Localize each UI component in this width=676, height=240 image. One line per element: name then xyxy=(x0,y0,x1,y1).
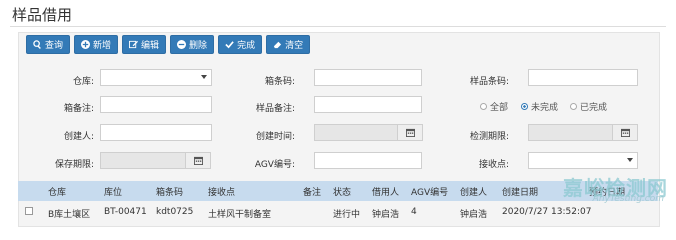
column-header-creator[interactable]: 创建人 xyxy=(460,185,487,198)
eraser-icon xyxy=(273,41,282,49)
calendar-icon xyxy=(405,128,415,137)
status-radio-all[interactable]: 全部 xyxy=(480,100,508,113)
creator-label: 创建人: xyxy=(63,132,94,142)
clear-label: 清空 xyxy=(285,41,304,51)
query-label: 查询 xyxy=(45,41,64,51)
test-period-input[interactable] xyxy=(528,124,614,141)
column-header-agv-number[interactable]: AGV编号 xyxy=(411,185,448,198)
status-incomplete-label: 未完成 xyxy=(531,103,559,113)
box-note-input[interactable] xyxy=(100,96,212,113)
agv-number-input[interactable] xyxy=(314,152,422,169)
receive-point-label: 接收点: xyxy=(478,160,509,170)
edit-button[interactable]: 编辑 xyxy=(122,35,167,54)
minus-circle-icon xyxy=(177,40,187,49)
agv-number-label: AGV编号: xyxy=(254,160,295,170)
table-cell-creator: 钟启浩 xyxy=(460,210,488,220)
warehouse-label: 仓库: xyxy=(72,77,94,87)
column-header-warehouse[interactable]: 仓库 xyxy=(48,185,66,198)
search-icon xyxy=(33,40,41,49)
chevron-down-icon xyxy=(201,75,207,79)
table-cell-status: 进行中 xyxy=(333,210,361,220)
column-header-note[interactable]: 备注 xyxy=(303,185,321,198)
watermark-url: AnyTesting.com xyxy=(592,194,664,204)
radio-dot xyxy=(570,103,577,110)
create-time-calendar-button[interactable] xyxy=(397,124,423,141)
column-header-receive-point[interactable]: 接收点 xyxy=(208,185,235,198)
create-time-input[interactable] xyxy=(314,124,398,141)
radio-dot xyxy=(521,103,528,110)
box-code-label: 箱条码: xyxy=(264,77,295,87)
status-complete-label: 已完成 xyxy=(580,103,608,113)
title-divider xyxy=(10,26,666,27)
sample-code-label: 样品条码: xyxy=(469,77,509,87)
table-cell-borrower: 钟启浩 xyxy=(372,210,400,220)
sample-code-input[interactable] xyxy=(528,69,638,86)
edit-label: 编辑 xyxy=(141,41,160,51)
radio-dot xyxy=(480,103,487,110)
edit-icon xyxy=(129,40,139,49)
calendar-icon xyxy=(620,128,630,137)
status-radio-complete[interactable]: 已完成 xyxy=(570,100,607,113)
delete-button[interactable]: 删除 xyxy=(170,35,215,54)
table-cell-location: BT-00471 xyxy=(104,207,147,217)
sample-note-label: 样品备注: xyxy=(255,104,295,114)
calendar-icon xyxy=(193,156,203,165)
plus-circle-icon xyxy=(81,40,91,49)
column-header-create-date[interactable]: 创建日期 xyxy=(502,185,538,198)
complete-label: 完成 xyxy=(237,41,256,51)
row-checkbox[interactable] xyxy=(25,207,33,215)
box-code-input[interactable] xyxy=(314,69,422,86)
box-note-label: 箱备注: xyxy=(63,104,94,114)
column-header-status[interactable]: 状态 xyxy=(333,185,351,198)
sample-note-input[interactable] xyxy=(314,96,422,113)
table-cell-create-date: 2020/7/27 13:52:07 xyxy=(502,207,592,217)
add-label: 新增 xyxy=(93,41,112,51)
status-radio-incomplete[interactable]: 未完成 xyxy=(521,100,558,113)
add-button[interactable]: 新增 xyxy=(74,35,119,54)
table-cell-agv-number: 4 xyxy=(411,207,417,217)
test-period-calendar-button[interactable] xyxy=(612,124,638,141)
check-icon xyxy=(225,41,234,49)
page-title: 样品借用 xyxy=(12,6,73,24)
creator-input[interactable] xyxy=(100,124,212,141)
clear-button[interactable]: 清空 xyxy=(266,35,311,54)
test-period-label: 检测期限: xyxy=(469,132,509,142)
table-cell-receive-point: 土样风干制备室 xyxy=(208,210,272,220)
create-time-label: 创建时间: xyxy=(255,132,295,142)
status-all-label: 全部 xyxy=(490,103,509,113)
table-cell-box-code: kdt0725 xyxy=(156,207,194,217)
receive-point-select[interactable] xyxy=(528,152,638,169)
column-header-borrower[interactable]: 借用人 xyxy=(372,185,399,198)
query-button[interactable]: 查询 xyxy=(26,35,71,54)
storage-period-calendar-button[interactable] xyxy=(185,152,211,169)
delete-label: 删除 xyxy=(189,41,208,51)
complete-button[interactable]: 完成 xyxy=(218,35,263,54)
column-header-location[interactable]: 库位 xyxy=(104,185,122,198)
storage-period-input[interactable] xyxy=(100,152,186,169)
toolbar: 查询 新增 编辑 删除 完成 清空 xyxy=(26,35,311,54)
table-cell-warehouse: B库土壤区 xyxy=(48,210,91,220)
chevron-down-icon xyxy=(627,158,633,162)
storage-period-label: 保存期限: xyxy=(54,160,94,170)
warehouse-select[interactable] xyxy=(100,69,212,86)
column-header-box-code[interactable]: 箱条码 xyxy=(156,185,183,198)
